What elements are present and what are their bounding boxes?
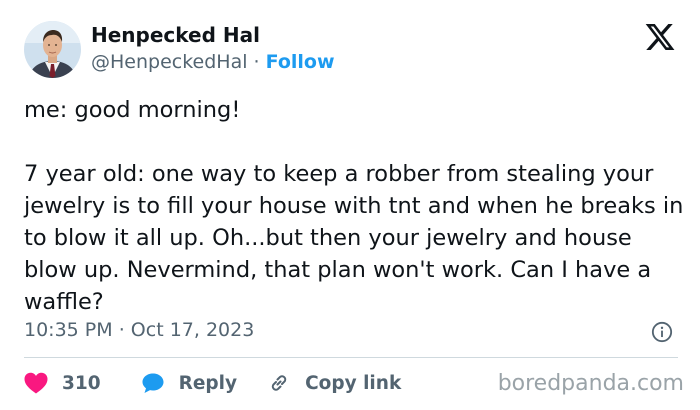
copy-link-label: Copy link [305, 372, 402, 394]
tweet-text: me: good morning! 7 year old: one way to… [24, 97, 684, 315]
like-count: 310 [62, 372, 101, 394]
info-icon[interactable] [651, 321, 673, 343]
speech-bubble-icon [142, 373, 164, 393]
link-icon [271, 375, 287, 391]
watermark: boredpanda.com [497, 371, 684, 396]
reply-label: Reply [178, 372, 238, 394]
reply-button[interactable]: Reply [141, 371, 237, 395]
like-button[interactable]: 310 [24, 372, 101, 394]
follow-link[interactable]: Follow [266, 51, 335, 73]
timestamp-separator: · [118, 319, 125, 341]
tweet-card: Henpecked Hal @HenpeckedHal · Follow me:… [0, 0, 700, 410]
avatar[interactable] [24, 21, 81, 78]
timestamp[interactable]: 10:35 PM · Oct 17, 2023 [24, 316, 254, 344]
handle-row: @HenpeckedHal · Follow [91, 49, 335, 75]
copy-link-button[interactable]: Copy link [267, 371, 401, 395]
user-handle[interactable]: @HenpeckedHal [91, 51, 248, 73]
divider [24, 357, 678, 358]
tweet-time: 10:35 PM [24, 319, 113, 341]
display-name[interactable]: Henpecked Hal [91, 22, 260, 48]
x-logo-icon[interactable] [644, 21, 676, 53]
action-bar: 310 Reply Copy link [24, 368, 401, 398]
handle-separator: · [253, 51, 260, 73]
avatar-image [24, 21, 81, 78]
tweet-date: Oct 17, 2023 [130, 319, 255, 341]
heart-icon [24, 372, 48, 394]
